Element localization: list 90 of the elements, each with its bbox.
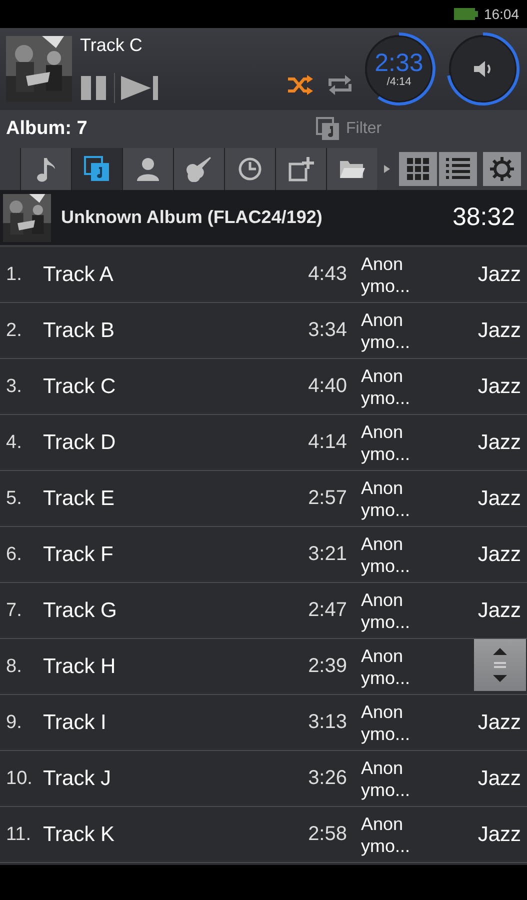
category-tab[interactable] (71, 148, 122, 190)
track-number: 7. (6, 600, 23, 622)
track-title: Track D (43, 430, 117, 454)
track-title: Track K (43, 822, 116, 846)
track-number: 2. (6, 320, 23, 342)
track-genre: Jazz (478, 822, 521, 846)
volume-ring[interactable] (445, 31, 521, 107)
track-title: Track B (43, 318, 116, 342)
grid-view-button[interactable] (399, 152, 437, 186)
total-time: /4:14 (386, 76, 412, 88)
repeat-button[interactable] (327, 74, 353, 96)
person-icon (136, 157, 160, 181)
track-number: 9. (6, 712, 23, 734)
track-duration: 3:34 (307, 319, 347, 342)
settings-button[interactable] (483, 152, 521, 186)
track-title: Track C (43, 374, 117, 398)
track-duration: 4:43 (307, 263, 347, 286)
track-artist: Anonymo... (361, 308, 411, 352)
battery-icon (454, 8, 478, 20)
more-arrow-icon (384, 165, 390, 173)
pause-button[interactable] (80, 74, 108, 102)
category-tab[interactable] (20, 148, 71, 190)
track-artist: Anonymo... (361, 588, 411, 632)
track-number: 3. (6, 376, 23, 398)
track-title: Track H (43, 654, 117, 678)
track-genre: Jazz (478, 766, 521, 790)
add-to-list-icon (288, 156, 314, 182)
guitar-icon (186, 156, 212, 182)
track-duration: 2:57 (307, 487, 347, 510)
track-title: Track C (80, 35, 144, 56)
track-title: Track G (43, 598, 118, 622)
track-genre: Jazz (478, 486, 521, 510)
grid-icon (407, 158, 429, 180)
track-artist: Anonymo... (361, 364, 411, 408)
track-title: Track E (43, 486, 116, 510)
track-duration: 2:58 (307, 823, 347, 846)
track-duration: 4:14 (307, 431, 347, 454)
track-number: 11. (6, 824, 32, 846)
music-filter-icon (316, 117, 340, 141)
album-title: Unknown Album (FLAC24/192) (61, 207, 324, 228)
clock-icon (238, 157, 262, 181)
track-artist: Anonymo... (361, 700, 411, 744)
category-tab[interactable] (122, 148, 173, 190)
clock-time: 16:04 (484, 6, 519, 22)
track-genre: Jazz (478, 318, 521, 342)
category-tab[interactable] (173, 148, 224, 190)
track-title: Track I (43, 710, 108, 734)
track-artist: Anonymo... (361, 812, 411, 856)
list-view-button[interactable] (439, 152, 477, 186)
elapsed-time: 2:33 (374, 50, 424, 76)
album-duration: 38:32 (452, 203, 515, 232)
shuffle-button[interactable] (287, 74, 313, 96)
track-artist: Anonymo... (361, 532, 411, 576)
music-note-icon (35, 156, 57, 182)
next-track-button[interactable] (121, 75, 159, 101)
album-count: Album: 7 (6, 118, 88, 140)
speaker-icon (473, 60, 493, 78)
track-title: Track F (43, 542, 114, 566)
track-title: Track J (43, 766, 112, 790)
track-title: Track A (43, 262, 114, 286)
track-genre: Jazz (478, 598, 521, 622)
track-genre: Jazz (478, 374, 521, 398)
track-number: 8. (6, 656, 23, 678)
albums-icon (84, 156, 110, 182)
folder-icon (339, 158, 365, 180)
track-artist: Anonymo... (361, 644, 411, 688)
track-genre: Jazz (478, 710, 521, 734)
track-number: 5. (6, 488, 23, 510)
track-artist: Anonymo... (361, 252, 411, 296)
track-artist: Anonymo... (361, 476, 411, 520)
track-number: 4. (6, 432, 23, 454)
category-tab[interactable] (275, 148, 326, 190)
track-duration: 2:47 (307, 599, 347, 622)
track-number: 10. (6, 768, 34, 790)
track-duration: 3:13 (307, 711, 347, 734)
scroll-handle[interactable] (474, 639, 526, 691)
category-tab[interactable] (326, 148, 377, 190)
track-duration: 3:21 (307, 543, 347, 566)
track-artist: Anonymo... (361, 756, 411, 800)
track-duration: 2:39 (307, 655, 347, 678)
filter-button[interactable]: Filter (316, 117, 382, 141)
track-genre: Jazz (478, 262, 521, 286)
track-genre: Jazz (478, 542, 521, 566)
category-tab[interactable] (224, 148, 275, 190)
track-artist: Anonymo... (361, 420, 411, 464)
track-genre: Jazz (478, 430, 521, 454)
track-duration: 3:26 (307, 767, 347, 790)
track-number: 6. (6, 544, 23, 566)
track-duration: 4:40 (307, 375, 347, 398)
track-number: 1. (6, 264, 23, 286)
